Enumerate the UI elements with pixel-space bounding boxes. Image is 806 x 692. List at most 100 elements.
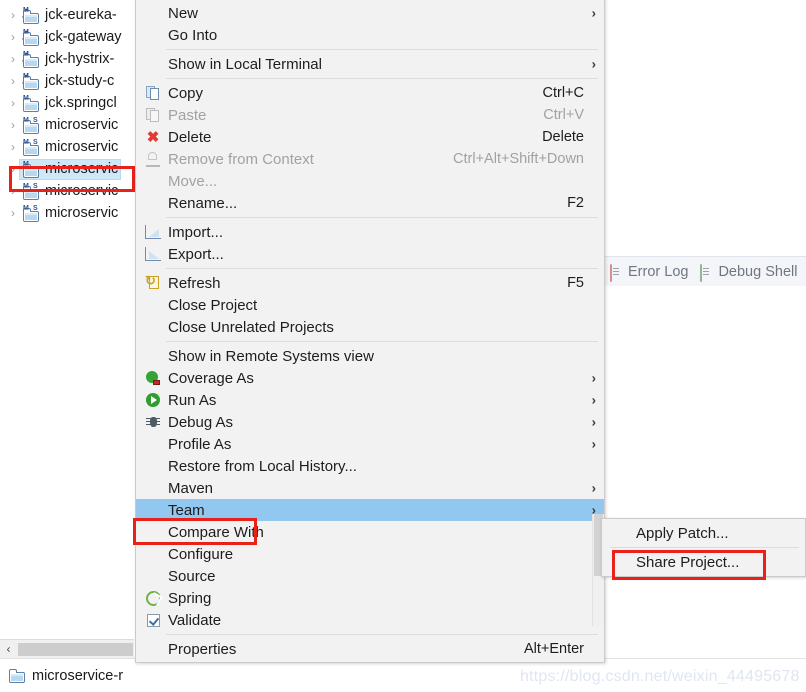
debug-icon [140, 412, 166, 432]
menu-item-label: Debug As [168, 413, 234, 431]
maven-project-folder-icon: MS [22, 139, 41, 156]
tree-item-project[interactable]: › M Smicroservic [0, 202, 135, 224]
expand-chevron-icon[interactable]: › [6, 75, 20, 87]
expand-chevron-icon[interactable]: › [6, 53, 20, 65]
tree-item-content[interactable]: MJjck-gateway [20, 28, 124, 47]
menu-item-label: Profile As [168, 435, 232, 453]
expand-chevron-icon[interactable]: › [6, 141, 20, 153]
menu-item-properties[interactable]: Properties Alt+Enter [136, 638, 604, 660]
tree-item-content[interactable]: Mjck.springcl [20, 94, 119, 113]
menu-item-share-project[interactable]: Share Project... [602, 551, 805, 573]
menu-item-compare-with[interactable]: Compare With› [136, 521, 604, 543]
menu-item-profile-as[interactable]: Profile As › [136, 433, 604, 455]
menu-item-label: Maven [168, 479, 214, 497]
menu-item-export[interactable]: Export... [136, 243, 604, 265]
menu-item-run-as[interactable]: Run As › [136, 389, 604, 411]
expand-chevron-icon[interactable]: › [6, 207, 20, 219]
tree-item-content[interactable]: M Smicroservic [20, 182, 120, 201]
expand-chevron-icon[interactable]: › [6, 119, 20, 131]
menu-item-shortcut: Ctrl+C [542, 85, 585, 101]
menu-separator [610, 547, 799, 548]
tree-item-project[interactable]: ›MJjck-gateway [0, 26, 135, 48]
menu-item-validate[interactable]: Validate [136, 609, 604, 631]
menu-item-refresh[interactable]: Refresh F5 [136, 272, 604, 294]
menu-item-label: Configure [168, 545, 234, 563]
menu-item-icon-slot [140, 317, 166, 337]
menu-item-coverage-as[interactable]: Coverage As › [136, 367, 604, 389]
expand-chevron-icon[interactable]: › [6, 9, 20, 21]
error-log-icon [610, 263, 624, 282]
view-tab-bar[interactable]: Error Log Debug Shell [604, 256, 806, 288]
menu-item-apply-patch[interactable]: Apply Patch... [602, 522, 805, 544]
tree-item-project[interactable]: › M Smicroservic [0, 180, 135, 202]
menu-item-debug-as[interactable]: Debug As › [136, 411, 604, 433]
menu-item-label: Apply Patch... [636, 524, 729, 542]
menu-item-source[interactable]: Source› [136, 565, 604, 587]
maven-project-folder-icon: MJ [22, 73, 41, 90]
eclipse-window: Error LogDebug Shell ›MJjck-eureka-›MJjc… [0, 0, 806, 692]
watermark-text: https://blog.csdn.net/weixin_44495678 [520, 668, 800, 685]
menu-item-label: Coverage As [168, 369, 254, 387]
tree-item-content[interactable]: MJjck-eureka- [20, 6, 119, 25]
menu-item-icon-slot [612, 552, 634, 572]
expand-chevron-icon[interactable]: › [6, 97, 20, 109]
menu-item-show-in-remote-systems-view[interactable]: Show in Remote Systems view [136, 345, 604, 367]
menu-item-label: Go Into [168, 26, 218, 44]
project-nature-badge-m: M [23, 204, 29, 212]
team-submenu[interactable]: Apply Patch... Share Project... [601, 518, 806, 577]
tree-item-project[interactable]: › Mmicroservic [0, 158, 135, 180]
chevron-right-icon: › [591, 392, 596, 408]
menu-item-delete[interactable]: ✖ Delete Delete [136, 126, 604, 148]
menu-item-spring[interactable]: Spring› [136, 587, 604, 609]
expand-chevron-icon[interactable]: › [6, 185, 20, 197]
menu-item-remove-from-context: Remove from Context Ctrl+Alt+Shift+Down [136, 148, 604, 170]
menu-item-copy[interactable]: Copy Ctrl+C [136, 82, 604, 104]
expand-chevron-icon[interactable]: › [6, 31, 20, 43]
menu-item-configure[interactable]: Configure› [136, 543, 604, 565]
menu-item-rename[interactable]: Rename... F2 [136, 192, 604, 214]
tree-item-project[interactable]: › Mjck.springcl [0, 92, 135, 114]
tree-item-project[interactable]: › M Smicroservic [0, 114, 135, 136]
menu-item-label: Show in Remote Systems view [168, 347, 374, 365]
menu-item-paste: Paste Ctrl+V [136, 104, 604, 126]
menu-item-icon-slot [612, 523, 634, 543]
menu-separator [166, 217, 598, 218]
menu-item-team[interactable]: Team › [136, 499, 604, 521]
scrollbar-thumb[interactable] [18, 642, 133, 656]
chevron-right-icon: › [591, 414, 596, 430]
project-context-menu[interactable]: New › Go Into Show in Local Terminal › Copy Ct… [135, 0, 605, 663]
menu-item-new[interactable]: New › [136, 2, 604, 24]
menu-separator [166, 49, 598, 50]
menu-item-show-in-local-terminal[interactable]: Show in Local Terminal › [136, 53, 604, 75]
tree-item-content[interactable]: M Smicroservic [20, 116, 120, 135]
tree-item-content[interactable]: M Smicroservic [20, 138, 120, 157]
tree-item-project[interactable]: ›MJjck-hystrix- [0, 48, 135, 70]
tree-item-project[interactable]: ›MJjck-eureka- [0, 4, 135, 26]
menu-item-icon-slot [140, 544, 166, 564]
menu-item-icon-slot [140, 639, 166, 659]
menu-item-go-into[interactable]: Go Into [136, 24, 604, 46]
tree-item-content[interactable]: MJjck-hystrix- [20, 50, 116, 69]
tree-item-label: jck-eureka- [45, 7, 117, 23]
tree-item-content[interactable]: M Smicroservic [20, 204, 120, 223]
menu-item-restore-from-local-history[interactable]: Restore from Local History... [136, 455, 604, 477]
menu-item-label: Copy [168, 84, 204, 102]
package-explorer-tree[interactable]: ›MJjck-eureka-›MJjck-gateway›MJjck-hystr… [0, 0, 136, 655]
tree-item-content[interactable]: MJjck-study-c [20, 72, 116, 91]
menu-item-maven[interactable]: Maven › [136, 477, 604, 499]
chevron-right-icon: › [591, 56, 596, 72]
menu-item-close-project[interactable]: Close Project [136, 294, 604, 316]
menu-item-import[interactable]: Import... [136, 221, 604, 243]
tree-item-project[interactable]: › M Smicroservic [0, 136, 135, 158]
menu-item-icon-slot [140, 522, 166, 542]
tree-item-project[interactable]: ›MJjck-study-c [0, 70, 135, 92]
menu-item-close-unrelated-projects[interactable]: Close Unrelated Projects [136, 316, 604, 338]
maven-project-folder-icon: MS [22, 205, 41, 222]
scroll-left-arrow-icon[interactable]: ‹ [0, 640, 17, 658]
tab-debug-shell[interactable]: Debug Shell [694, 257, 803, 287]
expand-chevron-icon[interactable]: › [6, 163, 20, 175]
menu-item-icon-slot [140, 193, 166, 213]
tree-item-content[interactable]: Mmicroservic [18, 158, 122, 180]
tree-horizontal-scrollbar[interactable]: ‹ [0, 639, 134, 658]
tab-error-log[interactable]: Error Log [604, 257, 694, 287]
